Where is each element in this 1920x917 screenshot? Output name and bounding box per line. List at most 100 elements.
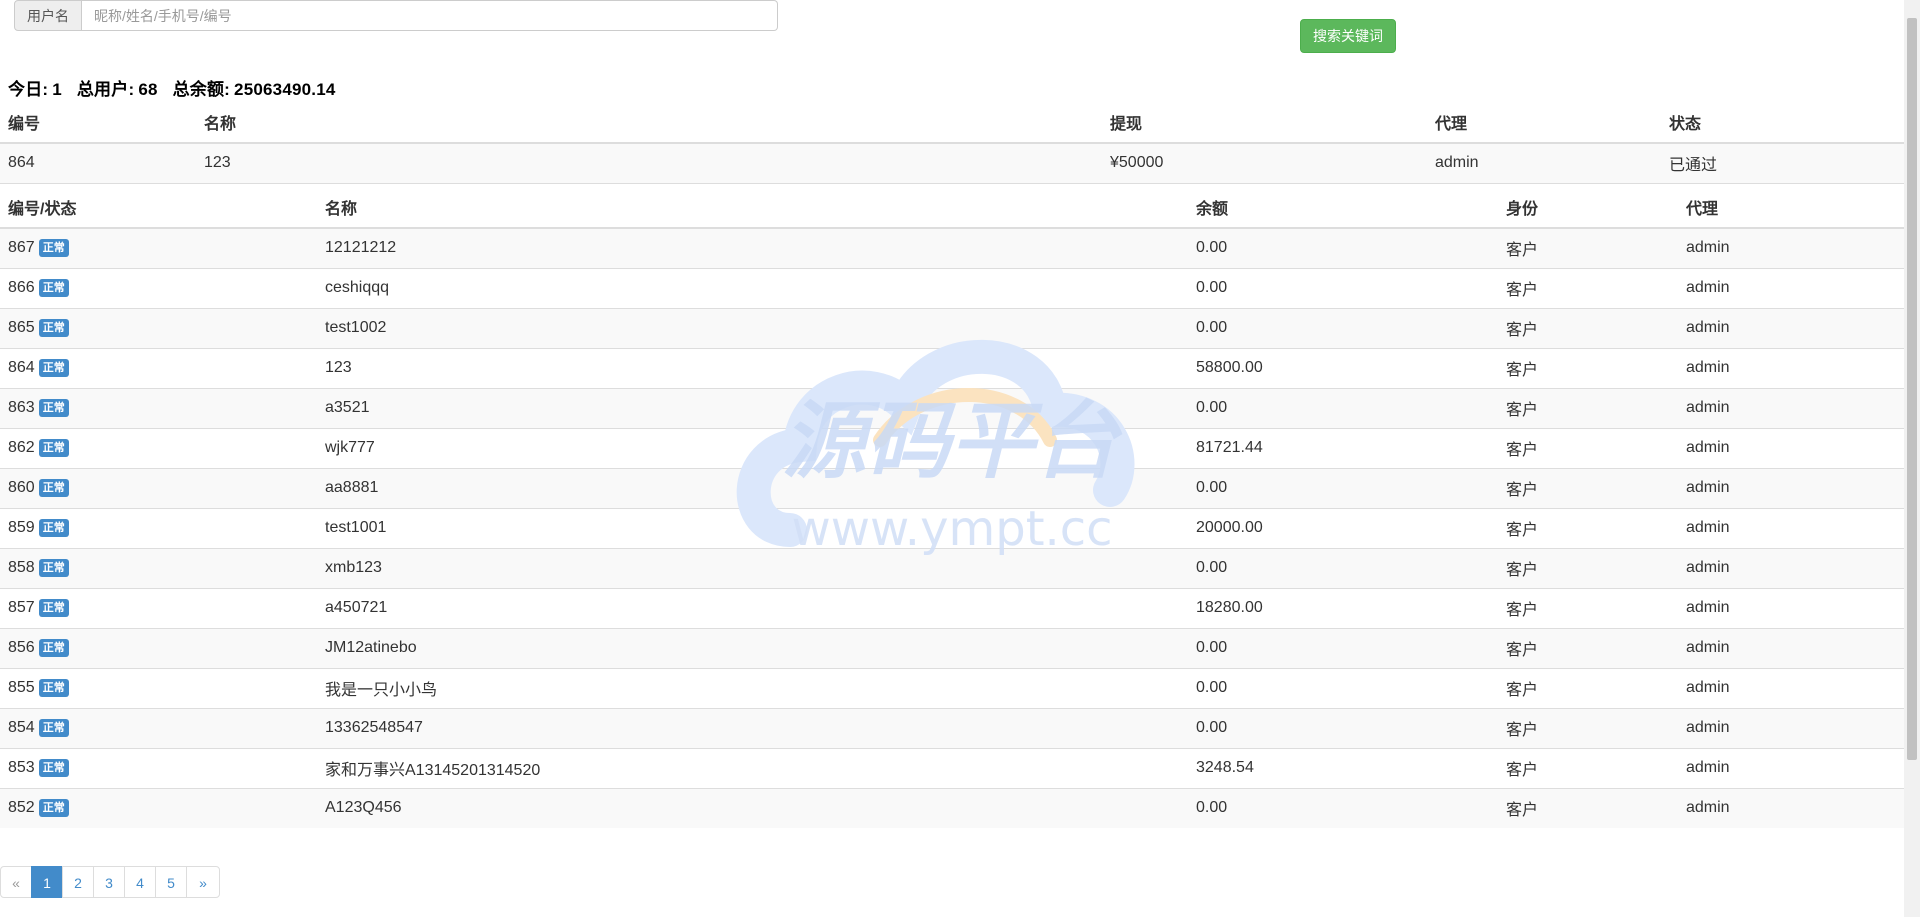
status-badge: 正常	[38, 598, 69, 617]
cell-balance: 0.00	[1196, 399, 1228, 416]
cell-name: 123	[204, 154, 231, 172]
user-id: 867	[8, 239, 35, 257]
cell-name: a3521	[325, 399, 370, 416]
table-row: 852 正常 A123Q456 0.00 客户 admin	[0, 788, 1904, 828]
pagination-page-1[interactable]: 1	[31, 866, 63, 898]
status-badge: 正常	[38, 358, 69, 377]
table-row: 860 正常 aa8881 0.00 客户 admin	[0, 468, 1904, 508]
today-label: 今日:	[8, 80, 49, 99]
cell-name: wjk777	[325, 439, 375, 456]
cell-balance: 0.00	[1196, 799, 1228, 817]
search-input[interactable]	[82, 0, 778, 31]
cell-role: 客户	[1506, 642, 1539, 659]
cell-balance: 0.00	[1196, 479, 1228, 496]
cell-role: 客户	[1506, 362, 1539, 379]
table-row: 866 正常 ceshiqqq 0.00 客户 admin	[0, 268, 1904, 308]
cell-role: 客户	[1506, 562, 1539, 579]
cell-id-status: 853 正常	[0, 748, 317, 788]
status-badge: 正常	[38, 398, 69, 417]
pagination-page-3[interactable]: 3	[93, 866, 125, 898]
cell-id-status: 865 正常	[0, 308, 317, 348]
status-badge: 正常	[38, 799, 69, 818]
cell-agent: admin	[1435, 154, 1479, 172]
cell-role: 客户	[1506, 282, 1539, 299]
users-table: 编号/状态 名称 余额 身份 代理 867 正常 12121212 0.00 客户 adm…	[0, 186, 1904, 828]
user-id: 853	[8, 759, 35, 777]
table-row: 854 正常 13362548547 0.00 客户 admin	[0, 708, 1904, 748]
search-addon-label: 用户名	[14, 0, 82, 31]
search-button[interactable]: 搜索关键词	[1300, 19, 1396, 53]
pagination-next[interactable]: »	[186, 866, 220, 898]
pagination-page-2[interactable]: 2	[62, 866, 94, 898]
table-row: 853 正常 家和万事兴A13145201314520 3248.54 客户 admin	[0, 748, 1904, 788]
scrollbar-thumb[interactable]	[1907, 18, 1917, 760]
col-header-status: 状态	[1669, 116, 1702, 133]
pagination-page-5[interactable]: 5	[155, 866, 187, 898]
cell-agent: admin	[1686, 719, 1730, 736]
user-id: 862	[8, 439, 35, 457]
cell-balance: 18280.00	[1196, 599, 1263, 616]
status-badge: 正常	[38, 758, 69, 777]
cell-name: 13362548547	[325, 719, 423, 736]
cell-balance: 0.00	[1196, 719, 1228, 736]
cell-balance: 81721.44	[1196, 439, 1263, 456]
cell-id-status: 856 正常	[0, 628, 317, 668]
cell-id-status: 867 正常	[0, 228, 317, 268]
cell-role: 客户	[1506, 762, 1539, 779]
cell-agent: admin	[1686, 559, 1730, 576]
pagination-prev[interactable]: «	[0, 866, 32, 898]
table-row: 859 正常 test1001 20000.00 客户 admin	[0, 508, 1904, 548]
cell-status: 已通过	[1669, 157, 1718, 175]
cell-agent: admin	[1686, 599, 1730, 616]
cell-balance: 0.00	[1196, 239, 1228, 257]
cell-balance: 0.00	[1196, 559, 1228, 576]
cell-id-status: 857 正常	[0, 588, 317, 628]
table-row: 864 123 ¥50000 admin 已通过	[0, 143, 1904, 183]
cell-balance: 0.00	[1196, 679, 1228, 696]
col-header-name: 名称	[325, 200, 358, 218]
cell-name: xmb123	[325, 559, 382, 576]
cell-balance: 0.00	[1196, 319, 1228, 336]
cell-name: JM12atinebo	[325, 639, 417, 656]
user-id: 863	[8, 399, 35, 417]
pagination-page-4[interactable]: 4	[124, 866, 156, 898]
cell-balance: 0.00	[1196, 279, 1228, 296]
cell-id-status: 862 正常	[0, 428, 317, 468]
users-table-header: 编号/状态 名称 余额 身份 代理	[0, 186, 1904, 228]
cell-id-status: 855 正常	[0, 668, 317, 708]
total-users-label: 总用户:	[76, 80, 135, 99]
status-badge: 正常	[38, 239, 69, 258]
cell-name: 我是一只小小鸟	[325, 682, 438, 699]
cell-name: 家和万事兴A13145201314520	[325, 762, 541, 779]
cell-agent: admin	[1686, 479, 1730, 496]
status-badge: 正常	[38, 558, 69, 577]
table-row: 856 正常 JM12atinebo 0.00 客户 admin	[0, 628, 1904, 668]
cell-role: 客户	[1506, 682, 1539, 699]
total-balance-label: 总余额:	[172, 80, 231, 99]
cell-name: 12121212	[325, 239, 397, 257]
cell-name: aa8881	[325, 479, 379, 496]
user-id: 859	[8, 519, 35, 537]
vertical-scrollbar[interactable]	[1904, 0, 1920, 917]
cell-role: 客户	[1506, 802, 1539, 820]
cell-role: 客户	[1506, 442, 1539, 459]
pagination: « 1 2 3 4 5 »	[0, 866, 220, 898]
user-id: 865	[8, 319, 35, 337]
col-header-agent: 代理	[1686, 200, 1719, 218]
col-header-balance: 余额	[1196, 200, 1229, 218]
user-id: 866	[8, 279, 35, 297]
col-header-name: 名称	[204, 116, 237, 133]
cell-id-status: 859 正常	[0, 508, 317, 548]
cell-name: ceshiqqq	[325, 279, 390, 296]
cell-balance: 58800.00	[1196, 359, 1263, 376]
cell-role: 客户	[1506, 402, 1539, 419]
user-id: 860	[8, 479, 35, 497]
search-bar: 用户名 搜索关键词	[0, 0, 1904, 60]
col-header-id: 编号	[8, 116, 41, 133]
table-row: 863 正常 a3521 0.00 客户 admin	[0, 388, 1904, 428]
col-header-agent: 代理	[1435, 116, 1468, 133]
status-badge: 正常	[38, 638, 69, 657]
cell-agent: admin	[1686, 359, 1730, 376]
status-badge: 正常	[38, 278, 69, 297]
cell-agent: admin	[1686, 279, 1730, 296]
